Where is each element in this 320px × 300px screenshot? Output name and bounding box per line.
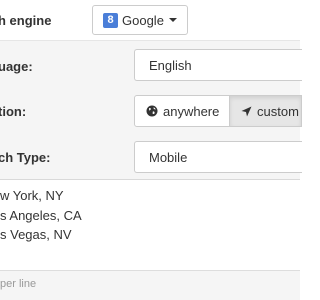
search-type-select[interactable]: Mobile bbox=[134, 141, 302, 173]
location-arrow-icon bbox=[241, 106, 252, 117]
globe-icon bbox=[146, 105, 158, 117]
language-select[interactable]: English bbox=[134, 49, 302, 81]
search-type-label: ch Type: bbox=[0, 150, 51, 165]
hint-area bbox=[0, 270, 300, 300]
location-line: s Vegas, NV bbox=[0, 227, 72, 242]
locations-hint: per line bbox=[0, 278, 37, 290]
google-g-icon: 8 bbox=[103, 12, 118, 28]
search-engine-dropdown-button[interactable]: 8 Google bbox=[92, 5, 188, 35]
location-line: s Angeles, CA bbox=[0, 207, 82, 223]
search-engine-label: h engine bbox=[0, 13, 52, 28]
language-label: uage: bbox=[0, 59, 33, 74]
search-engine-value: Google bbox=[122, 12, 164, 28]
location-custom-label: custom bbox=[257, 103, 299, 119]
location-line: w York, NY bbox=[0, 188, 64, 203]
language-value: English bbox=[149, 57, 192, 73]
location-label: tion: bbox=[0, 104, 27, 119]
location-custom-button[interactable]: custom bbox=[230, 95, 302, 127]
location-anywhere-button[interactable]: anywhere bbox=[134, 95, 230, 127]
location-anywhere-label: anywhere bbox=[163, 103, 220, 119]
locations-textarea[interactable]: w York, NY s Angeles, CA s Vegas, NV bbox=[0, 186, 300, 245]
caret-down-icon bbox=[168, 18, 177, 22]
search-type-value: Mobile bbox=[149, 149, 188, 165]
